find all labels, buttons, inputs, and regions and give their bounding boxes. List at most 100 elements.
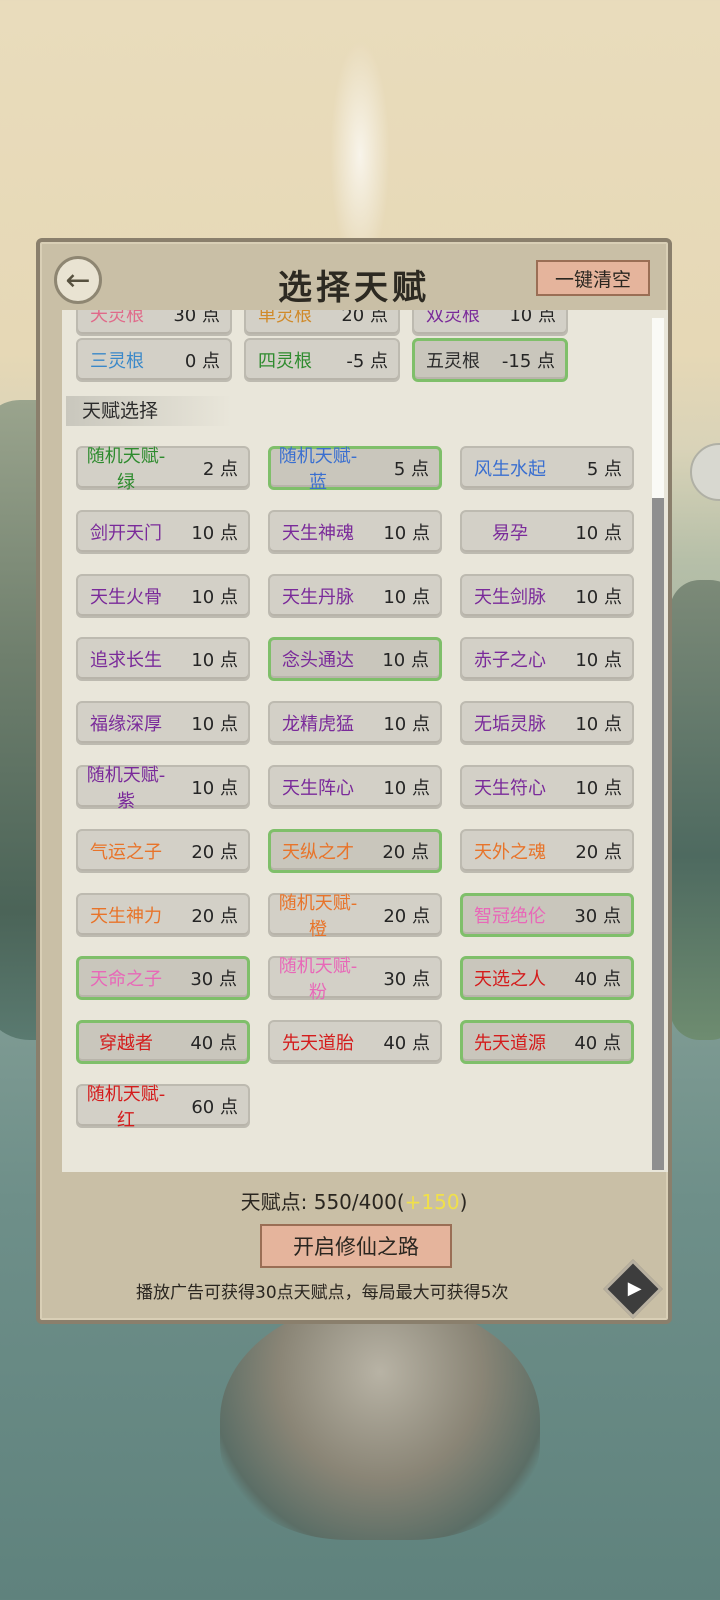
option-name: 随机天赋-蓝: [278, 446, 358, 493]
start-cultivation-button[interactable]: 开启修仙之路: [260, 1224, 452, 1268]
talent-option[interactable]: 追求长生 10 点: [76, 637, 250, 682]
option-name: 三灵根: [90, 351, 144, 372]
option-name: 先天道源: [474, 1033, 546, 1055]
option-name: 天生符心: [474, 778, 546, 799]
right-cliff-background: [670, 580, 720, 1040]
talent-option[interactable]: 随机天赋-橙 20 点: [268, 892, 442, 940]
talent-option[interactable]: 随机天赋-紫 10 点: [76, 765, 250, 812]
clear-all-button[interactable]: 一键清空: [536, 260, 650, 296]
option-points: 10 点: [575, 586, 622, 608]
option-name: 风生水起: [474, 459, 546, 480]
option-name: 随机天赋-红: [86, 1084, 166, 1131]
option-points: 20 点: [191, 905, 238, 927]
talent-option[interactable]: 天生剑脉 10 点: [460, 573, 634, 618]
talent-option[interactable]: 易孕 10 点: [460, 509, 634, 554]
option-points: 2 点: [202, 459, 238, 480]
option-name: 天选之人: [474, 969, 546, 991]
talent-option[interactable]: 天选之人 40 点: [460, 956, 634, 1001]
talent-option[interactable]: 赤子之心 10 点: [460, 637, 634, 682]
talent-scroll-area[interactable]: 天灵根 30 点单灵根 20 点双灵根 10 点三灵根 0 点四灵根 -5 点五灵根 -15…: [62, 310, 668, 1172]
talent-option[interactable]: 先天道胎 40 点: [268, 1020, 442, 1065]
option-points: 10 点: [575, 714, 622, 736]
option-name: 单灵根: [258, 310, 312, 326]
talent-option[interactable]: 风生水起 5 点: [460, 446, 634, 490]
talent-option[interactable]: 念头通达 10 点: [268, 637, 442, 682]
option-name: 剑开天门: [90, 522, 162, 544]
option-points: 20 点: [383, 905, 430, 927]
scrollbar[interactable]: [652, 318, 664, 1170]
talent-option[interactable]: 龙精虎猛 10 点: [268, 701, 442, 746]
option-name: 五灵根: [426, 351, 480, 372]
option-points: 10 点: [383, 522, 430, 544]
talent-option[interactable]: 四灵根 -5 点: [244, 338, 400, 382]
ad-play-button[interactable]: ▶: [603, 1259, 663, 1319]
talent-option[interactable]: 穿越者 40 点: [76, 1020, 250, 1065]
option-points: 40 点: [574, 969, 621, 991]
incense-smoke: [330, 40, 390, 270]
talent-option[interactable]: 天纵之才 20 点: [268, 828, 442, 873]
play-icon: ▶: [627, 1278, 642, 1300]
option-points: 10 点: [383, 778, 430, 799]
talent-option[interactable]: 随机天赋-粉 30 点: [268, 956, 442, 1003]
talent-option[interactable]: 天生符心 10 点: [460, 765, 634, 809]
talent-option[interactable]: 三灵根 0 点: [76, 338, 232, 382]
talent-option[interactable]: 天生阵心 10 点: [268, 765, 442, 809]
points-bonus: +150: [404, 1190, 460, 1214]
option-name: 易孕: [492, 522, 528, 544]
option-points: 20 点: [575, 841, 622, 863]
option-points: 0 点: [184, 351, 220, 372]
scrollbar-thumb[interactable]: [652, 318, 664, 498]
option-points: 40 点: [190, 1033, 237, 1055]
talent-option[interactable]: 先天道源 40 点: [460, 1020, 634, 1065]
talent-option[interactable]: 天命之子 30 点: [76, 956, 250, 1001]
option-points: 10 点: [575, 650, 622, 672]
option-name: 四灵根: [258, 351, 312, 372]
points-label: 天赋点:: [240, 1190, 308, 1214]
talent-option[interactable]: 气运之子 20 点: [76, 828, 250, 873]
island-background: [220, 1300, 540, 1540]
option-name: 穿越者: [99, 1033, 153, 1055]
option-points: 5 点: [393, 459, 429, 480]
option-points: 10 点: [191, 714, 238, 736]
option-points: 10 点: [382, 650, 429, 672]
talent-option[interactable]: 随机天赋-红 60 点: [76, 1084, 250, 1131]
talent-option[interactable]: 天灵根 30 点: [76, 310, 232, 336]
option-points: 30 点: [173, 310, 220, 326]
option-points: 10 点: [575, 522, 622, 544]
talent-option[interactable]: 智冠绝伦 30 点: [460, 892, 634, 937]
option-name: 天灵根: [90, 310, 144, 326]
option-points: 10 点: [383, 586, 430, 608]
option-points: 20 点: [382, 841, 429, 863]
talent-option[interactable]: 五灵根 -15 点: [412, 338, 568, 382]
option-name: 无垢灵脉: [474, 714, 546, 736]
talent-option[interactable]: 福缘深厚 10 点: [76, 701, 250, 746]
option-name: 天生阵心: [282, 778, 354, 799]
option-name: 先天道胎: [282, 1033, 354, 1055]
talent-option[interactable]: 随机天赋-蓝 5 点: [268, 446, 442, 493]
talent-option[interactable]: 单灵根 20 点: [244, 310, 400, 336]
option-name: 天生火骨: [90, 586, 162, 608]
floating-side-button[interactable]: [690, 443, 720, 501]
talent-option[interactable]: 天外之魂 20 点: [460, 828, 634, 873]
option-points: 40 点: [574, 1033, 621, 1055]
option-name: 福缘深厚: [90, 714, 162, 736]
option-name: 随机天赋-紫: [86, 765, 166, 812]
option-points: 10 点: [191, 650, 238, 672]
option-points: 10 点: [383, 714, 430, 736]
option-name: 念头通达: [282, 650, 354, 672]
option-name: 天生剑脉: [474, 586, 546, 608]
talent-option[interactable]: 天生神力 20 点: [76, 892, 250, 937]
option-name: 双灵根: [426, 310, 480, 326]
talent-option[interactable]: 无垢灵脉 10 点: [460, 701, 634, 746]
talent-option[interactable]: 天生火骨 10 点: [76, 573, 250, 618]
option-points: 10 点: [191, 586, 238, 608]
talent-option[interactable]: 天生神魂 10 点: [268, 509, 442, 554]
option-points: -15 点: [501, 351, 555, 372]
talent-option[interactable]: 天生丹脉 10 点: [268, 573, 442, 618]
talent-option[interactable]: 随机天赋-绿 2 点: [76, 446, 250, 493]
option-name: 智冠绝伦: [474, 905, 546, 927]
option-points: 20 点: [341, 310, 388, 326]
talent-option[interactable]: 双灵根 10 点: [412, 310, 568, 336]
option-points: 10 点: [191, 778, 238, 799]
talent-option[interactable]: 剑开天门 10 点: [76, 509, 250, 554]
